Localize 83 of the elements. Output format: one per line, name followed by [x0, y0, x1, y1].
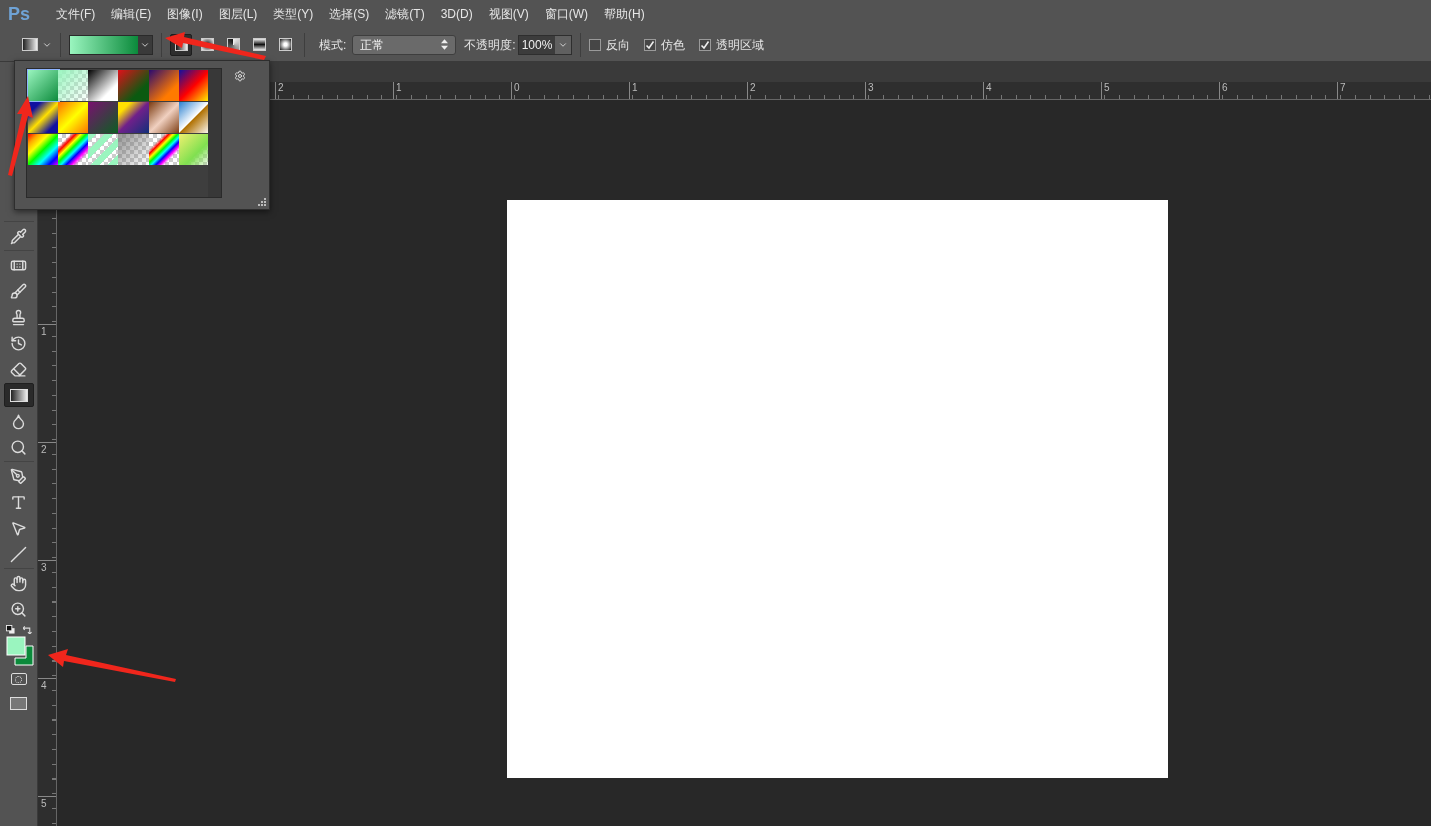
pointer-icon [10, 519, 27, 537]
gradient-preset-swatch[interactable] [58, 134, 90, 165]
background-color-swatch[interactable] [14, 645, 33, 666]
gradient-preset-swatch[interactable] [118, 70, 150, 101]
menu-item[interactable]: 图像(I) [159, 5, 211, 23]
opacity-field[interactable]: 100% [517, 34, 573, 55]
foreground-color-swatch[interactable] [6, 636, 25, 656]
checkbox-label: 透明区域 [716, 36, 765, 54]
menu-item[interactable]: 编辑(E) [103, 5, 160, 23]
ruler-label: 4 [41, 680, 48, 691]
resize-grip-icon[interactable] [258, 198, 266, 206]
gradient-preset-swatch[interactable] [88, 102, 120, 133]
checkbox-label: 反向 [606, 36, 631, 54]
menu-item[interactable]: 图层(L) [210, 5, 266, 23]
updown-icon [441, 39, 449, 50]
gradient-preview-dropdown[interactable] [69, 34, 153, 55]
ruler-label: 3 [41, 562, 48, 573]
quick-mask-icon[interactable] [10, 673, 27, 685]
ruler-label: 4 [986, 82, 993, 93]
eyedropper-icon [10, 227, 27, 245]
zoom-icon [10, 600, 27, 618]
gradient-preview [70, 35, 138, 54]
ruler-label: 2 [750, 82, 757, 93]
gradient-preset-swatch[interactable] [28, 70, 59, 101]
menu-item[interactable]: 视图(V) [480, 5, 537, 23]
settings-icon[interactable] [234, 70, 246, 82]
ruler-label: 1 [632, 82, 639, 93]
checkbox[interactable] [589, 38, 602, 51]
history-brush-icon [10, 334, 27, 352]
default-colors-icon[interactable] [5, 625, 15, 634]
gradient-preset-swatch[interactable] [118, 134, 150, 165]
ruler-label: 2 [41, 444, 48, 455]
checkbox[interactable] [644, 38, 657, 51]
app-logo: Ps [8, 2, 31, 26]
ruler-label: 5 [1104, 82, 1111, 93]
hand-icon [10, 574, 27, 592]
checkbox-label: 仿色 [661, 36, 686, 54]
swap-arrow-icon[interactable] [22, 625, 32, 634]
ruler-label: 1 [41, 326, 48, 337]
gradient-preset-swatch[interactable] [148, 70, 180, 101]
gradient-tool-icon [22, 38, 38, 51]
magnifier-icon [10, 438, 27, 456]
pen-icon [10, 467, 27, 485]
gradient-preset-swatch[interactable] [148, 134, 180, 165]
gradient-preset-swatch[interactable] [148, 102, 180, 133]
menu-item[interactable]: 文件(F) [48, 5, 104, 23]
tool-preset-button[interactable] [22, 38, 52, 51]
gradient-icon [9, 388, 28, 402]
menu-item[interactable]: 3D(D) [432, 5, 481, 23]
checkbox[interactable] [699, 38, 712, 51]
eraser-icon [10, 360, 27, 378]
tool-button[interactable] [3, 383, 34, 407]
ruler-label: 0 [514, 82, 521, 93]
droplet-icon [10, 412, 27, 430]
gradient-preset-swatch[interactable] [58, 102, 90, 133]
screen-mode-icon[interactable] [10, 697, 27, 710]
gradient-preset-swatch[interactable] [118, 102, 150, 133]
stamp-icon [10, 308, 27, 326]
line-icon [10, 545, 27, 563]
brush-icon [10, 282, 27, 300]
ruler-label: 3 [868, 82, 875, 93]
gradient-preset-swatch[interactable] [88, 70, 120, 101]
menu-item[interactable]: 选择(S) [321, 5, 378, 23]
gradient-preset-swatch[interactable] [58, 70, 90, 101]
menu-item[interactable]: 帮助(H) [596, 5, 653, 23]
mode-label: 模式: [319, 36, 347, 54]
opacity-value: 100% [520, 36, 554, 54]
caret-icon [555, 35, 572, 54]
ruler-label: 5 [41, 798, 48, 809]
opacity-label: 不透明度: [464, 36, 516, 54]
diamond-gradient-icon [278, 38, 292, 51]
gradient-preset-swatch[interactable] [28, 134, 59, 165]
type-icon [10, 493, 27, 511]
ruler-label: 7 [1340, 82, 1347, 93]
ruler-label: 6 [1222, 82, 1229, 93]
ruler-label: 1 [396, 82, 403, 93]
gradient-preset-swatch[interactable] [88, 134, 120, 165]
reflected-gradient-icon [252, 38, 266, 51]
ruler-label: 2 [278, 82, 285, 93]
mode-select[interactable]: 正常 [352, 34, 457, 55]
menu-item[interactable]: 窗口(W) [536, 5, 596, 23]
menu-item[interactable]: 滤镜(T) [377, 5, 433, 23]
menu-item[interactable]: 类型(Y) [265, 5, 322, 23]
